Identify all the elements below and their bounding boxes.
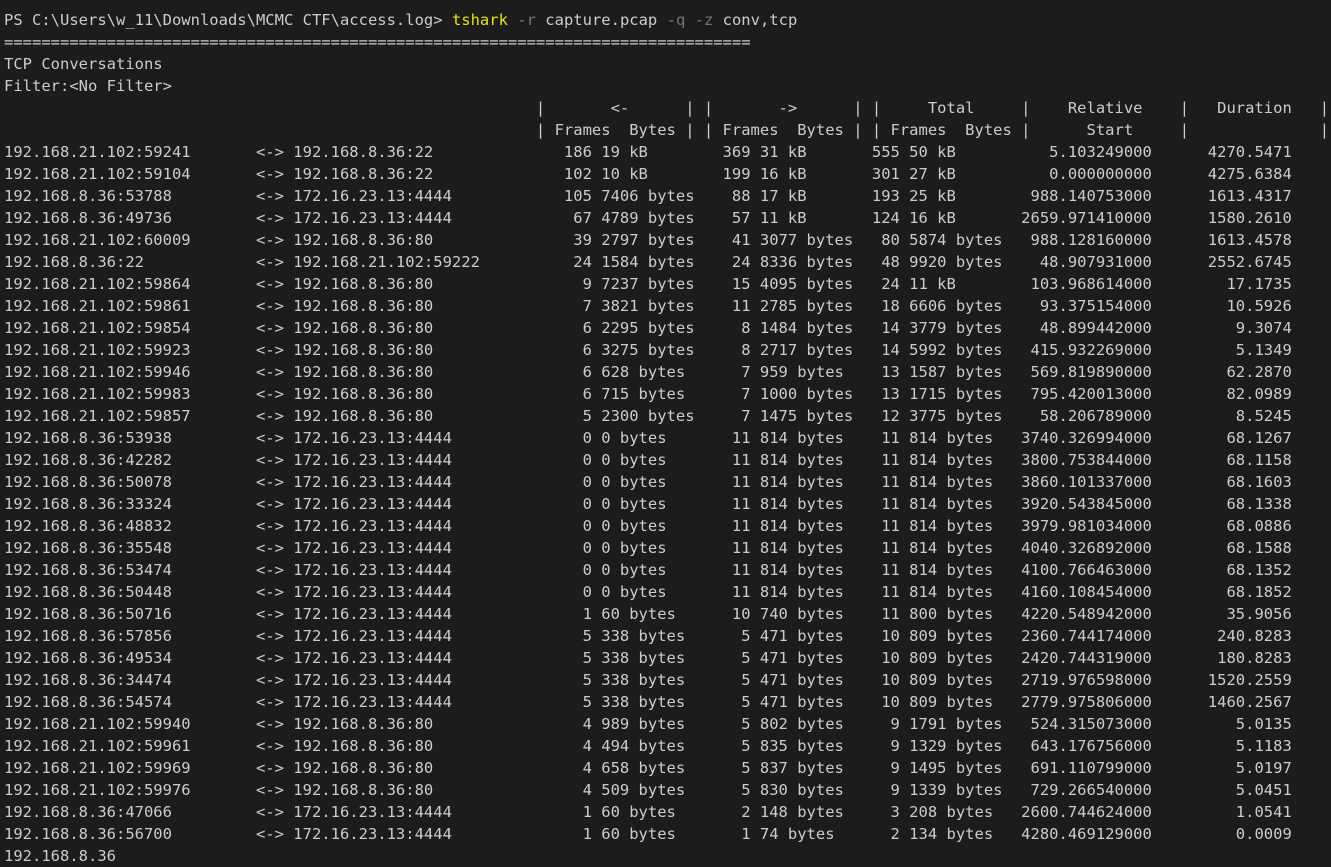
conversation-row: 192.168.8.36:53938 <-> 172.16.23.13:4444… (4, 427, 1331, 449)
conversation-row: 192.168.21.102:59861 <-> 192.168.8.36:80… (4, 295, 1331, 317)
conversation-row: 192.168.8.36:53788 <-> 172.16.23.13:4444… (4, 185, 1331, 207)
conversation-row: 192.168.8.36:53474 <-> 172.16.23.13:4444… (4, 559, 1331, 581)
conversation-row: 192.168.21.102:60009 <-> 192.168.8.36:80… (4, 229, 1331, 251)
conversation-row: 192.168.8.36:56700 <-> 172.16.23.13:4444… (4, 823, 1331, 845)
conversation-row: 192.168.21.102:59946 <-> 192.168.8.36:80… (4, 361, 1331, 383)
param-r: -r (517, 11, 536, 29)
conversation-row: 192.168.8.36:34474 <-> 172.16.23.13:4444… (4, 669, 1331, 691)
conversation-row: 192.168.21.102:59969 <-> 192.168.8.36:80… (4, 757, 1331, 779)
output-title: TCP Conversations (4, 53, 1331, 75)
space (685, 11, 694, 29)
separator-line: ========================================… (4, 31, 1331, 53)
conversation-row: 192.168.8.36:50716 <-> 172.16.23.13:4444… (4, 603, 1331, 625)
conversation-row: 192.168.21.102:59864 <-> 192.168.8.36:80… (4, 273, 1331, 295)
terminal-window[interactable]: PS C:\Users\w_11\Downloads\MCMC CTF\acce… (0, 0, 1331, 857)
conversation-row: 192.168.8.36:48832 <-> 172.16.23.13:4444… (4, 515, 1331, 537)
conversation-row: 192.168.8.36:49736 <-> 172.16.23.13:4444… (4, 207, 1331, 229)
prompt-path: PS C:\Users\w_11\Downloads\MCMC CTF\acce… (4, 11, 452, 29)
conversation-row: 192.168.8.36:54574 <-> 172.16.23.13:4444… (4, 691, 1331, 713)
command-line: PS C:\Users\w_11\Downloads\MCMC CTF\acce… (4, 9, 1331, 31)
param-z: -z (695, 11, 714, 29)
conversations-table: | <- | | -> | | Total | Relative | Durat… (4, 97, 1331, 867)
conversation-row: 192.168.8.36:49534 <-> 172.16.23.13:4444… (4, 647, 1331, 669)
partial-next-line: 192.168.8.36 (4, 845, 1331, 867)
conversation-row: 192.168.8.36:50448 <-> 172.16.23.13:4444… (4, 581, 1331, 603)
conversation-row: 192.168.21.102:59854 <-> 192.168.8.36:80… (4, 317, 1331, 339)
arg-capture-file: capture.pcap (536, 11, 667, 29)
conversation-row: 192.168.8.36:47066 <-> 172.16.23.13:4444… (4, 801, 1331, 823)
conversation-row: 192.168.21.102:59961 <-> 192.168.8.36:80… (4, 735, 1331, 757)
table-header-groups: | <- | | -> | | Total | Relative | Durat… (4, 97, 1331, 119)
conversation-row: 192.168.8.36:57856 <-> 172.16.23.13:4444… (4, 625, 1331, 647)
command-tshark: tshark (452, 11, 508, 29)
conversation-row: 192.168.21.102:59857 <-> 192.168.8.36:80… (4, 405, 1331, 427)
param-q: -q (667, 11, 686, 29)
conversation-row: 192.168.8.36:22 <-> 192.168.21.102:59222… (4, 251, 1331, 273)
conversation-row: 192.168.21.102:59983 <-> 192.168.8.36:80… (4, 383, 1331, 405)
conversation-row: 192.168.21.102:59923 <-> 192.168.8.36:80… (4, 339, 1331, 361)
conversation-row: 192.168.8.36:42282 <-> 172.16.23.13:4444… (4, 449, 1331, 471)
conversation-row: 192.168.8.36:35548 <-> 172.16.23.13:4444… (4, 537, 1331, 559)
space (508, 11, 517, 29)
table-header-columns: | Frames Bytes | | Frames Bytes | | Fram… (4, 119, 1331, 141)
conversation-row: 192.168.21.102:59104 <-> 192.168.8.36:22… (4, 163, 1331, 185)
conversation-row: 192.168.8.36:50078 <-> 172.16.23.13:4444… (4, 471, 1331, 493)
conversation-row: 192.168.21.102:59940 <-> 192.168.8.36:80… (4, 713, 1331, 735)
conversation-row: 192.168.21.102:59241 <-> 192.168.8.36:22… (4, 141, 1331, 163)
conversation-row: 192.168.21.102:59976 <-> 192.168.8.36:80… (4, 779, 1331, 801)
filter-line: Filter:<No Filter> (4, 75, 1331, 97)
conversation-row: 192.168.8.36:33324 <-> 172.16.23.13:4444… (4, 493, 1331, 515)
arg-conv-tcp: conv,tcp (713, 11, 797, 29)
